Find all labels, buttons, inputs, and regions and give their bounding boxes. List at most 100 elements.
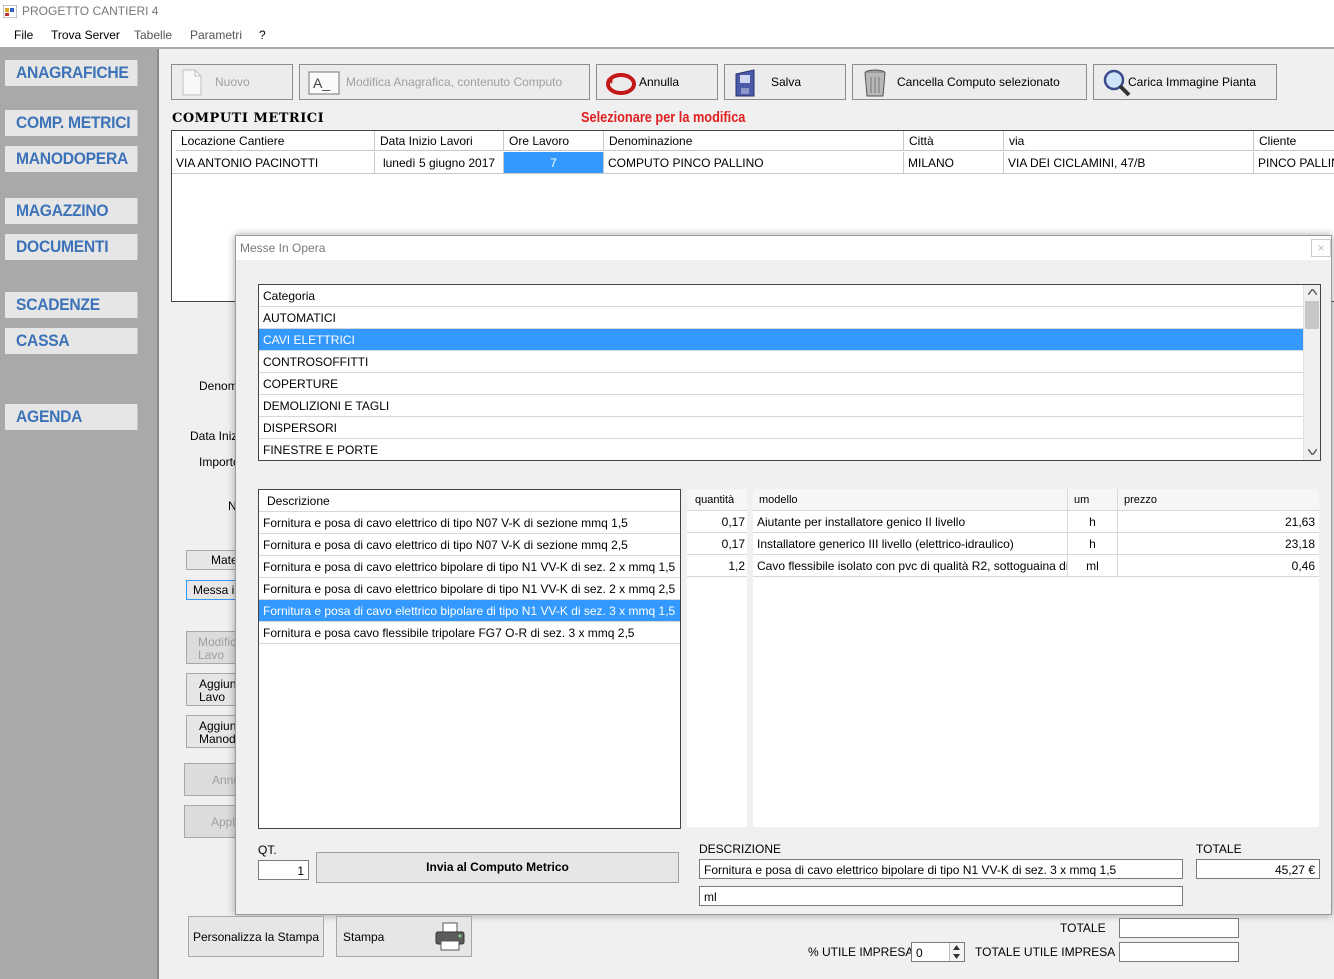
sidebar-documenti[interactable]: DOCUMENTI — [5, 234, 138, 260]
categoria-scrollbar[interactable] — [1303, 285, 1320, 460]
utile-impresa-spinner[interactable]: 0 — [911, 942, 965, 962]
spin-down-icon[interactable] — [953, 954, 960, 959]
scroll-up-icon[interactable] — [1308, 289, 1317, 295]
trash-icon — [864, 69, 886, 97]
carica-immagine-button[interactable]: Carica Immagine Pianta — [1093, 64, 1277, 100]
salva-button[interactable]: Salva — [724, 64, 846, 100]
col-cliente[interactable]: Cliente — [1254, 131, 1334, 151]
sidebar-anagrafiche[interactable]: ANAGRAFICHE — [5, 60, 138, 86]
col-denominazione[interactable]: Denominazione — [604, 131, 904, 151]
list-item[interactable]: Fornitura e posa di cavo elettrico bipol… — [259, 600, 680, 622]
sidebar-scadenze[interactable]: SCADENZE — [5, 292, 138, 318]
list-item[interactable]: Fornitura e posa di cavo elettrico di ti… — [259, 534, 680, 556]
list-item[interactable]: CONTROSOFFITTI — [259, 351, 1303, 373]
cell-locazione[interactable]: VIA ANTONIO PACINOTTI — [172, 152, 375, 174]
scroll-thumb[interactable] — [1305, 301, 1319, 329]
nuovo-button[interactable]: Nuovo — [171, 64, 293, 100]
totale-field[interactable]: 45,27 € — [1196, 859, 1320, 879]
prezzo-cell[interactable]: 0,46 — [1118, 555, 1319, 577]
printer-icon — [435, 922, 465, 951]
um-cell[interactable]: ml — [1068, 555, 1118, 577]
cell-cliente[interactable]: PINCO PALLINO — [1254, 152, 1334, 174]
modello-cell[interactable]: Installatore generico III livello (elett… — [753, 533, 1068, 555]
modello-cell[interactable]: Cavo flessibile isolato con pvc di quali… — [753, 555, 1068, 577]
menu-parametri[interactable]: Parametri — [190, 28, 242, 42]
list-item[interactable]: Fornitura e posa di cavo elettrico di ti… — [259, 512, 680, 534]
qt-label: QT. — [258, 843, 277, 857]
col-ore-lavoro[interactable]: Ore Lavoro — [504, 131, 604, 151]
cell-data-inizio[interactable]: lunedì 5 giugno 2017 — [375, 152, 504, 174]
spin-up-icon[interactable] — [953, 945, 960, 950]
list-item[interactable]: DEMOLIZIONI E TAGLI — [259, 395, 1303, 417]
list-item[interactable]: CAVI ELETTRICI — [259, 329, 1303, 351]
sidebar-agenda[interactable]: AGENDA — [5, 404, 138, 430]
modello-list[interactable]: modello um prezzo Aiutante per installat… — [753, 489, 1319, 827]
undo-icon — [606, 73, 636, 95]
menu-file[interactable]: File — [14, 28, 33, 42]
sidebar-manodopera[interactable]: MANODOPERA — [5, 146, 138, 172]
annulla-button[interactable]: Annulla — [596, 64, 718, 100]
col-locazione[interactable]: Locazione Cantiere — [176, 131, 375, 151]
cell-via[interactable]: VIA DEI CICLAMINI, 47/B — [1004, 152, 1254, 174]
list-item[interactable]: Fornitura e posa di cavo elettrico bipol… — [259, 556, 680, 578]
menu-tabelle[interactable]: Tabelle — [134, 28, 172, 42]
cell-citta[interactable]: MILANO — [904, 152, 1004, 174]
list-item[interactable]: Fornitura e posa cavo flessibile tripola… — [259, 622, 680, 644]
totale-utile-label: TOTALE UTILE IMPRESA — [975, 945, 1116, 959]
utile-impresa-label: % UTILE IMPRESA — [808, 945, 914, 959]
um-field[interactable]: ml — [699, 886, 1183, 906]
list-item[interactable]: COPERTURE — [259, 373, 1303, 395]
list-item[interactable]: FINESTRE E PORTE — [259, 439, 1303, 460]
list-item[interactable]: Fornitura e posa di cavo elettrico bipol… — [259, 578, 680, 600]
svg-text:A_: A_ — [313, 75, 330, 91]
cell-ore-lavoro[interactable]: 7 — [504, 152, 604, 174]
descrizione-field[interactable]: Fornitura e posa di cavo elettrico bipol… — [699, 859, 1183, 879]
um-cell[interactable]: h — [1068, 533, 1118, 555]
label-importo: Importo — [199, 455, 240, 469]
descrizione-header: Descrizione — [259, 490, 680, 512]
window-title: PROGETTO CANTIERI 4 — [22, 4, 159, 18]
sidebar-magazzino[interactable]: MAGAZZINO — [5, 198, 138, 224]
col-citta[interactable]: Città — [904, 131, 1004, 151]
cell-denominazione[interactable]: COMPUTO PINCO PALLINO — [604, 152, 904, 174]
prezzo-cell[interactable]: 23,18 — [1118, 533, 1319, 555]
totale-bottom-field[interactable] — [1119, 918, 1239, 938]
selezionare-hint: Selezionare per la modifica — [581, 109, 746, 126]
list-item[interactable]: 0,17 — [687, 511, 747, 533]
qt-input[interactable]: 1 — [258, 860, 309, 880]
sidebar-cassa[interactable]: CASSA — [5, 328, 138, 354]
col-data-inizio[interactable]: Data Inizio Lavori — [375, 131, 504, 151]
dialog-titlebar: Messe In Opera × — [236, 236, 1331, 260]
save-icon — [735, 69, 755, 97]
spinner-buttons[interactable] — [949, 943, 964, 961]
descrizione-list[interactable]: Descrizione Fornitura e posa di cavo ele… — [258, 489, 681, 829]
scroll-down-icon[interactable] — [1308, 449, 1317, 455]
modifica-button[interactable]: A_ Modifica Anagrafica, contenuto Comput… — [299, 64, 590, 100]
quantita-list[interactable]: quantità 0,17 0,17 1,2 — [687, 489, 747, 827]
menu-trova-server[interactable]: Trova Server — [51, 28, 120, 42]
col-via[interactable]: via — [1004, 131, 1254, 151]
list-item[interactable]: 1,2 — [687, 555, 747, 577]
menu-bar: File Trova Server Tabelle Parametri ? — [0, 23, 1334, 49]
list-item[interactable]: AUTOMATICI — [259, 307, 1303, 329]
totale-utile-field[interactable] — [1119, 942, 1239, 962]
messe-in-opera-dialog: Messe In Opera × Categoria AUTOMATICI CA… — [235, 235, 1332, 915]
cancella-button[interactable]: Cancella Computo selezionato — [852, 64, 1087, 100]
list-item[interactable]: 0,17 — [687, 533, 747, 555]
um-cell[interactable]: h — [1068, 511, 1118, 533]
label-data-inizio: Data Inizi — [190, 429, 241, 443]
list-item[interactable]: DISPERSORI — [259, 417, 1303, 439]
categoria-list[interactable]: Categoria AUTOMATICI CAVI ELETTRICI CONT… — [258, 284, 1321, 461]
stampa-button[interactable]: Stampa — [336, 916, 472, 957]
invia-computo-button[interactable]: Invia al Computo Metrico — [316, 852, 679, 883]
prezzo-cell[interactable]: 21,63 — [1118, 511, 1319, 533]
close-icon[interactable]: × — [1311, 239, 1331, 257]
modello-cell[interactable]: Aiutante per installatore genico II live… — [753, 511, 1068, 533]
app-icon — [3, 5, 17, 18]
menu-help[interactable]: ? — [259, 28, 266, 42]
prezzo-header: prezzo — [1118, 489, 1319, 511]
sidebar-comp-metrici[interactable]: COMP. METRICI — [5, 110, 138, 136]
personalizza-stampa-button[interactable]: Personalizza la Stampa — [188, 916, 324, 957]
sidebar: ANAGRAFICHE COMP. METRICI MANODOPERA MAG… — [0, 49, 159, 979]
quantita-header: quantità — [687, 489, 747, 511]
